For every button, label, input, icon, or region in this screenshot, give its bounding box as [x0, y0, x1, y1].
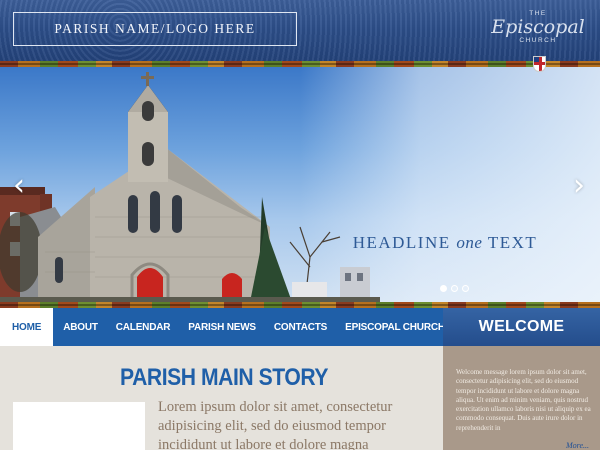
nav-item-about[interactable]: ABOUT — [53, 308, 107, 346]
main-content: PARISH MAIN STORY Lorem ipsum dolor sit … — [0, 346, 443, 450]
episcopal-church-logo[interactable]: THE Episcopal CHURCH — [488, 10, 588, 52]
parish-logo-placeholder[interactable]: PARISH NAME/LOGO HERE — [13, 12, 297, 46]
headline-part-2: TEXT — [482, 233, 538, 252]
headline-part-1: HEADLINE — [352, 233, 457, 252]
story-body: Lorem ipsum dolor sit amet, consectetur … — [158, 399, 393, 450]
nav-item-home[interactable]: HOME — [0, 308, 54, 346]
welcome-message: Welcome message lorem ipsum dolor sit am… — [456, 368, 591, 432]
site-header: PARISH NAME/LOGO HERE THE Episcopal CHUR… — [0, 0, 600, 62]
more-link[interactable]: More... — [566, 441, 589, 450]
slider-dot-2[interactable] — [451, 285, 458, 292]
main-nav: HOME ABOUT CALENDAR PARISH NEWS CONTACTS… — [0, 308, 477, 346]
slider-dot-1[interactable] — [440, 285, 447, 292]
nav-item-calendar[interactable]: CALENDAR — [107, 308, 180, 346]
slider-prev-arrow-icon[interactable]: ‹ — [10, 171, 28, 202]
nav-item-contacts[interactable]: CONTACTS — [265, 308, 336, 346]
hero-slider: HEADLINE one TEXT — [0, 67, 600, 302]
slider-pagination — [440, 285, 469, 292]
brand-church: CHURCH — [519, 37, 557, 44]
parish-logo-text: PARISH NAME/LOGO HERE — [54, 21, 256, 36]
headline-emphasis: one — [456, 233, 483, 252]
hero-headline: HEADLINE one TEXT — [330, 233, 560, 253]
church-photo — [0, 72, 380, 302]
story-image[interactable] — [13, 402, 145, 450]
slider-dot-3[interactable] — [462, 285, 469, 292]
slider-next-arrow-icon[interactable]: › — [570, 171, 588, 202]
welcome-heading: WELCOME — [443, 308, 600, 346]
story-title[interactable]: PARISH MAIN STORY — [120, 364, 328, 392]
nav-item-parish-news[interactable]: PARISH NEWS — [179, 308, 265, 346]
brand-name: Episcopal — [491, 16, 585, 38]
episcopal-shield-icon — [533, 56, 546, 72]
welcome-sidebar: Welcome message lorem ipsum dolor sit am… — [443, 346, 600, 450]
